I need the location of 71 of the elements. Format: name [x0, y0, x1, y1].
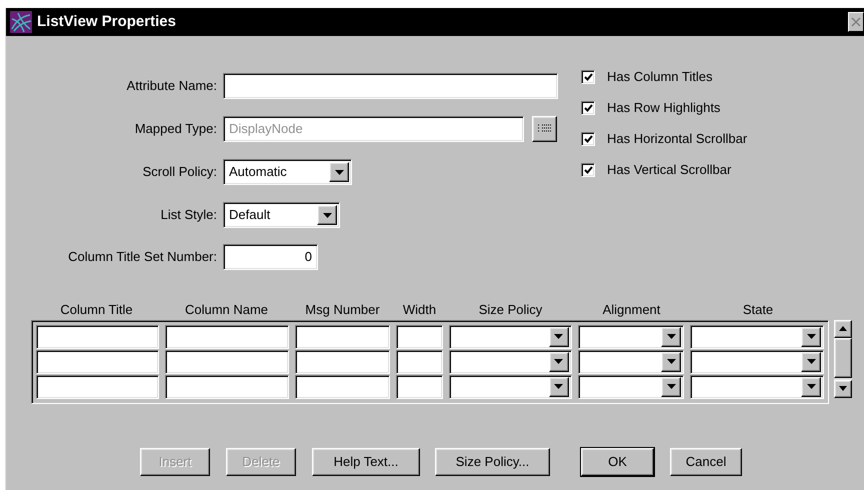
down-arrow-icon [839, 386, 847, 391]
input-field[interactable]: 0 [223, 244, 318, 270]
table-input[interactable] [396, 324, 443, 348]
scroll-up-button[interactable] [834, 320, 852, 338]
dropdown-arrow-icon [806, 359, 816, 364]
input-field[interactable] [223, 73, 558, 99]
column-header: State [742, 301, 774, 319]
field-label: Mapped Type: [134, 120, 218, 138]
dropdown-arrow-icon [806, 334, 816, 339]
dropdown-arrow-icon [666, 359, 676, 364]
column-header: Width [402, 301, 438, 319]
dialog-button[interactable]: Size Policy... [435, 448, 550, 476]
column-header: Msg Number [304, 301, 381, 319]
dropdown-arrow-icon [666, 334, 676, 339]
column-header: Size Policy [478, 301, 544, 319]
dropdown[interactable] [690, 374, 824, 398]
column-header: Column Title [59, 301, 134, 319]
table-input[interactable] [36, 324, 159, 348]
dropdown[interactable]: Default [223, 202, 340, 228]
scroll-thumb[interactable] [834, 338, 852, 378]
table-input[interactable] [164, 374, 290, 398]
dropdown[interactable] [448, 374, 572, 398]
table-input[interactable] [295, 350, 390, 374]
field-label: Column Title Set Number: [67, 248, 218, 266]
dialog-button[interactable]: Cancel [670, 448, 742, 476]
dropdown[interactable] [690, 324, 824, 348]
dropdown[interactable] [578, 350, 684, 374]
dropdown-arrow-icon [334, 170, 344, 174]
dropdown[interactable]: Automatic [223, 159, 352, 185]
table-input[interactable] [36, 374, 159, 398]
checkbox-label: Has Row Highlights [607, 98, 720, 117]
checkbox[interactable] [581, 162, 595, 176]
table-input[interactable] [36, 350, 159, 374]
list-icon [538, 124, 551, 134]
field-label: Scroll Policy: [142, 163, 218, 182]
dropdown[interactable] [578, 374, 684, 398]
dropdown-arrow-icon [554, 384, 564, 389]
dropdown-arrow-icon [554, 334, 564, 339]
dropdown-arrow-icon [554, 359, 564, 364]
checkbox[interactable] [581, 70, 595, 84]
column-header: Alignment [602, 301, 662, 319]
table-input[interactable] [396, 374, 443, 398]
dropdown-arrow-icon [666, 384, 676, 389]
browse-button[interactable] [532, 116, 557, 142]
checkbox-label: Has Horizontal Scrollbar [607, 130, 748, 148]
dropdown[interactable] [448, 350, 572, 374]
table-input[interactable] [164, 324, 290, 348]
dropdown[interactable] [448, 324, 572, 348]
table-input[interactable] [164, 350, 290, 374]
dropdown-arrow-icon [322, 212, 332, 218]
up-arrow-icon [839, 326, 847, 331]
close-icon [851, 17, 861, 27]
app-icon [10, 11, 32, 33]
dropdown[interactable] [578, 324, 684, 348]
table-input[interactable] [295, 374, 390, 398]
checkbox[interactable] [581, 100, 595, 114]
close-button[interactable] [848, 12, 864, 32]
column-header: Column Name [184, 301, 270, 319]
table-input[interactable] [295, 324, 390, 348]
field-label: Attribute Name: [126, 77, 218, 96]
field-label: List Style: [160, 206, 218, 224]
scroll-down-button[interactable] [834, 380, 852, 398]
checkbox-label: Has Column Titles [607, 68, 712, 86]
dropdown-arrow-icon [806, 384, 816, 389]
dialog-button[interactable]: Help Text... [312, 448, 420, 476]
checkbox-label: Has Vertical Scrollbar [607, 160, 732, 179]
checkbox[interactable] [581, 132, 595, 146]
table-input[interactable] [396, 350, 443, 374]
dropdown[interactable] [690, 350, 824, 374]
window-title: ListView Properties [37, 12, 176, 32]
dialog-button[interactable]: OK [581, 448, 654, 476]
